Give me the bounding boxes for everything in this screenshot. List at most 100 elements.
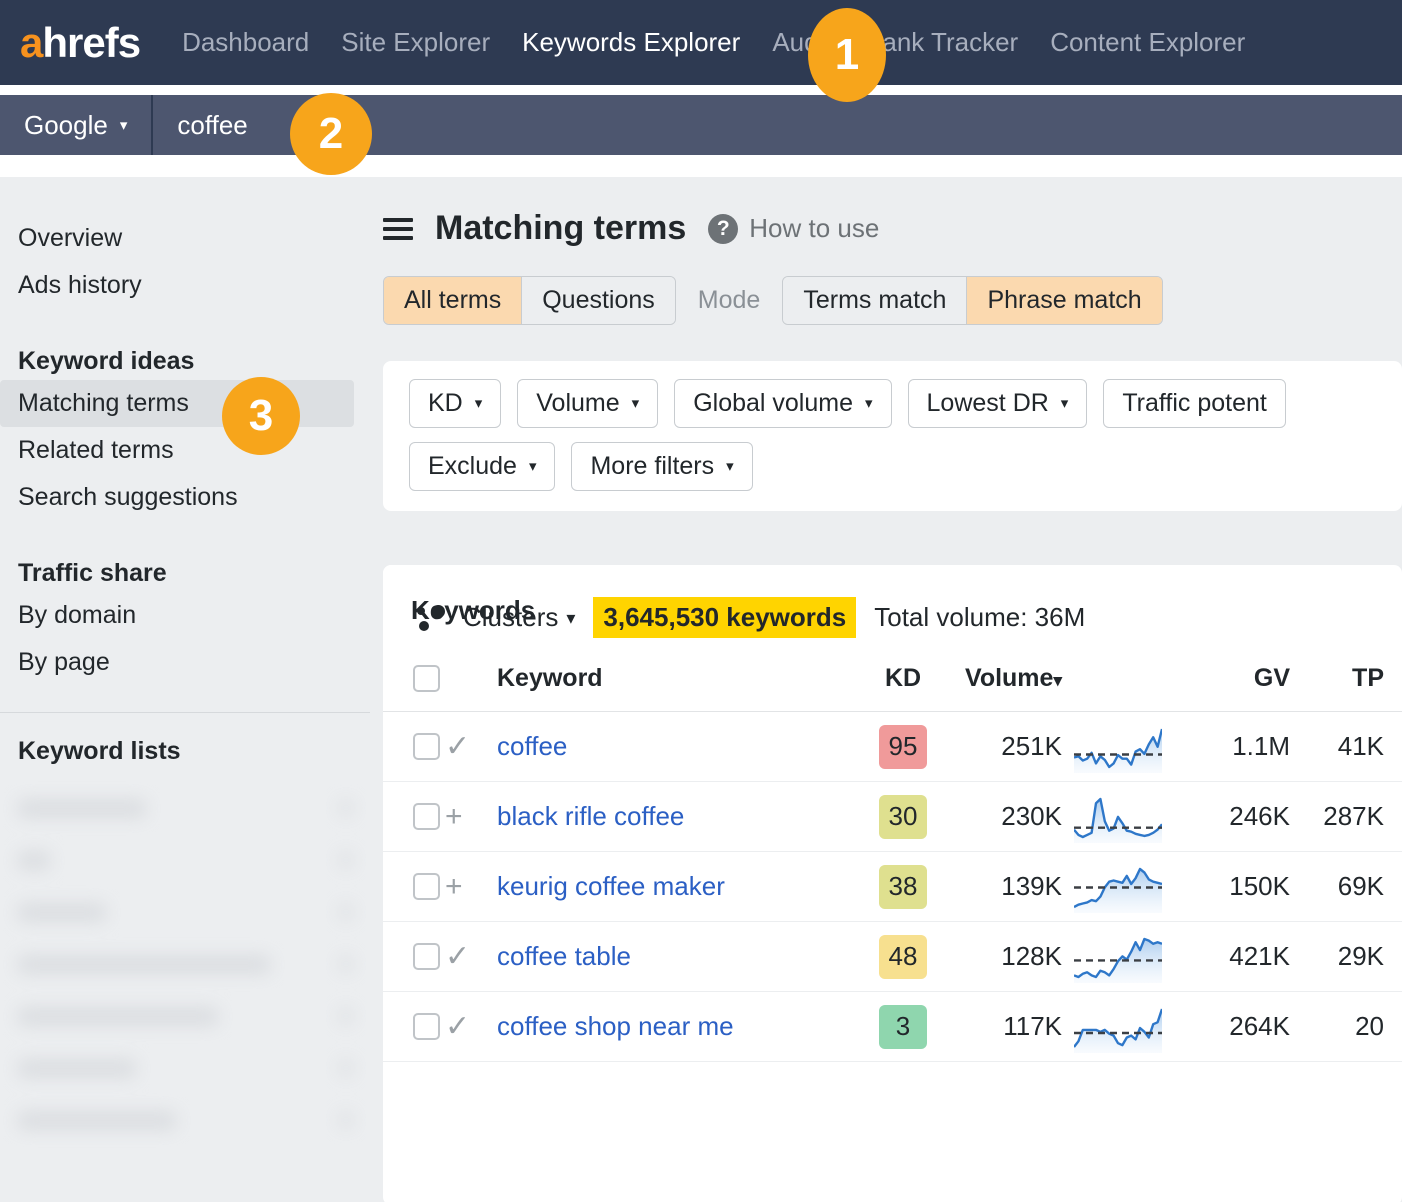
row-checkbox[interactable] [413,803,440,830]
kd-badge: 48 [879,935,927,979]
sidebar-item-overview[interactable]: Overview [0,215,370,262]
sidebar-item-related-terms[interactable]: Related terms [0,427,370,474]
nav-item-content-explorer[interactable]: Content Explorer [1050,27,1245,58]
tab-phrase-match[interactable]: Phrase match [966,277,1161,324]
table-row[interactable]: ✓coffee shop near me3117K264K20 [383,992,1402,1062]
nav-item-site-explorer[interactable]: Site Explorer [341,27,490,58]
nav-item-rank-tracker[interactable]: Rank Tracker [864,27,1019,58]
row-checkbox-cell [383,992,445,1062]
table-body: ✓coffee95251K1.1M41K+black rifle coffee3… [383,712,1402,1062]
nav-item-dashboard[interactable]: Dashboard [182,27,309,58]
header-tp[interactable]: TP [1290,664,1402,712]
keywords-table-panel: Clusters ▾ 3,645,530 keywords Total volu… [383,565,1402,1202]
list-item [18,990,352,1042]
row-kd-cell: 48 [864,922,942,992]
sidebar-item-by-domain[interactable]: By domain [0,592,370,639]
nav-item-keywords-explorer[interactable]: Keywords Explorer [522,27,740,58]
search-engine-selector[interactable]: Google ▾ [0,95,153,155]
row-checkbox[interactable] [413,943,440,970]
keyword-link[interactable]: keurig coffee maker [497,871,725,901]
keywords-table: Keyword KD Volume▾ GV TP ✓coffee95251K1.… [383,664,1402,1062]
chevron-down-icon[interactable]: ▾ [566,609,575,627]
keyword-link[interactable]: coffee [497,731,567,761]
row-gv-cell: 150K [1162,852,1290,922]
table-row[interactable]: ✓coffee table48128K421K29K [383,922,1402,992]
clusters-dropdown-label[interactable]: Clusters [463,602,558,633]
tab-all-terms[interactable]: All terms [384,277,521,324]
row-tp-cell: 69K [1290,852,1402,922]
row-sparkline-cell [1062,852,1162,922]
row-keyword-cell: coffee [497,712,864,782]
check-icon[interactable]: ✓ [445,940,470,973]
sidebar-item-matching-terms[interactable]: Matching terms [0,380,354,427]
filters-row-secondary: Exclude▾ More filters▾ [409,442,1402,491]
list-item [18,938,352,990]
terms-type-segmented-control: All terms Questions [383,276,676,325]
row-checkbox[interactable] [413,873,440,900]
keywords-count-badge: 3,645,530 keywords [593,597,856,638]
check-icon[interactable]: ✓ [445,1010,470,1043]
step-badge-2: 2 [290,93,372,175]
search-engine-label: Google [24,110,108,141]
sidebar-heading-traffic-share: Traffic share [0,553,370,592]
row-volume-cell: 117K [942,992,1062,1062]
ahrefs-keywords-explorer-screen: ahrefs Dashboard Site Explorer Keywords … [0,0,1402,1202]
table-row[interactable]: ✓coffee95251K1.1M41K [383,712,1402,782]
how-to-use-link[interactable]: ? How to use [708,213,879,244]
sidebar-heading-keyword-lists: Keyword lists [0,731,370,770]
row-checkbox[interactable] [413,733,440,760]
logo-wordmark: hrefs [42,19,140,66]
filter-volume-label: Volume [536,389,619,418]
plus-icon[interactable]: + [445,800,463,833]
volume-sparkline [1074,721,1162,773]
header-keyword[interactable]: Keyword [497,664,864,712]
filter-exclude-label: Exclude [428,452,517,481]
header-spark-spacer [1062,664,1162,712]
keyword-link[interactable]: black rifle coffee [497,801,684,831]
tab-terms-match[interactable]: Terms match [783,277,966,324]
table-row[interactable]: +keurig coffee maker38139K150K69K [383,852,1402,922]
row-checkbox-cell [383,712,445,782]
kd-badge: 3 [879,1005,927,1049]
plus-icon[interactable]: + [445,870,463,903]
keyword-link[interactable]: coffee table [497,941,631,971]
sort-caret-icon: ▾ [1053,671,1062,690]
header-gv[interactable]: GV [1162,664,1290,712]
step-badge-1: 1 [808,8,886,102]
filter-kd: KD▾ [409,379,501,428]
header-volume[interactable]: Volume▾ [942,664,1062,712]
menu-hamburger-icon[interactable] [383,218,413,240]
row-checkbox[interactable] [413,1013,440,1040]
row-kd-cell: 30 [864,782,942,852]
row-tp-cell: 41K [1290,712,1402,782]
row-action-cell: + [445,782,497,852]
list-item [18,1042,352,1094]
row-sparkline-cell [1062,782,1162,852]
ahrefs-logo[interactable]: ahrefs [20,22,140,64]
content-shell: Overview Ads history Keyword ideas Match… [0,177,1402,1202]
sidebar-heading-keyword-ideas: Keyword ideas [0,341,370,380]
check-icon[interactable]: ✓ [445,730,470,763]
row-gv-cell: 1.1M [1162,712,1290,782]
how-to-use-label: How to use [749,213,879,244]
select-all-checkbox[interactable] [413,665,440,692]
header-kd[interactable]: KD [864,664,942,712]
main-content: Matching terms ? How to use All terms Qu… [370,177,1402,1202]
table-row[interactable]: +black rifle coffee30230K246K287K [383,782,1402,852]
sidebar-item-ads-history[interactable]: Ads history [0,262,370,309]
header-select-all [383,664,445,712]
row-volume-cell: 230K [942,782,1062,852]
sidebar-item-by-page[interactable]: By page [0,639,370,686]
filter-global-volume: Global volume▾ [674,379,891,428]
row-keyword-cell: keurig coffee maker [497,852,864,922]
chevron-down-icon: ▾ [865,396,873,411]
filter-traffic-potential: Traffic potent [1103,379,1286,428]
row-tp-cell: 287K [1290,782,1402,852]
sidebar-item-search-suggestions[interactable]: Search suggestions [0,474,370,521]
row-keyword-cell: coffee table [497,922,864,992]
keyword-link[interactable]: coffee shop near me [497,1011,734,1041]
header-volume-label: Volume [965,664,1053,692]
tab-questions[interactable]: Questions [521,277,675,324]
row-action-cell: ✓ [445,922,497,992]
total-volume-label: Total volume: 36M [874,602,1085,633]
